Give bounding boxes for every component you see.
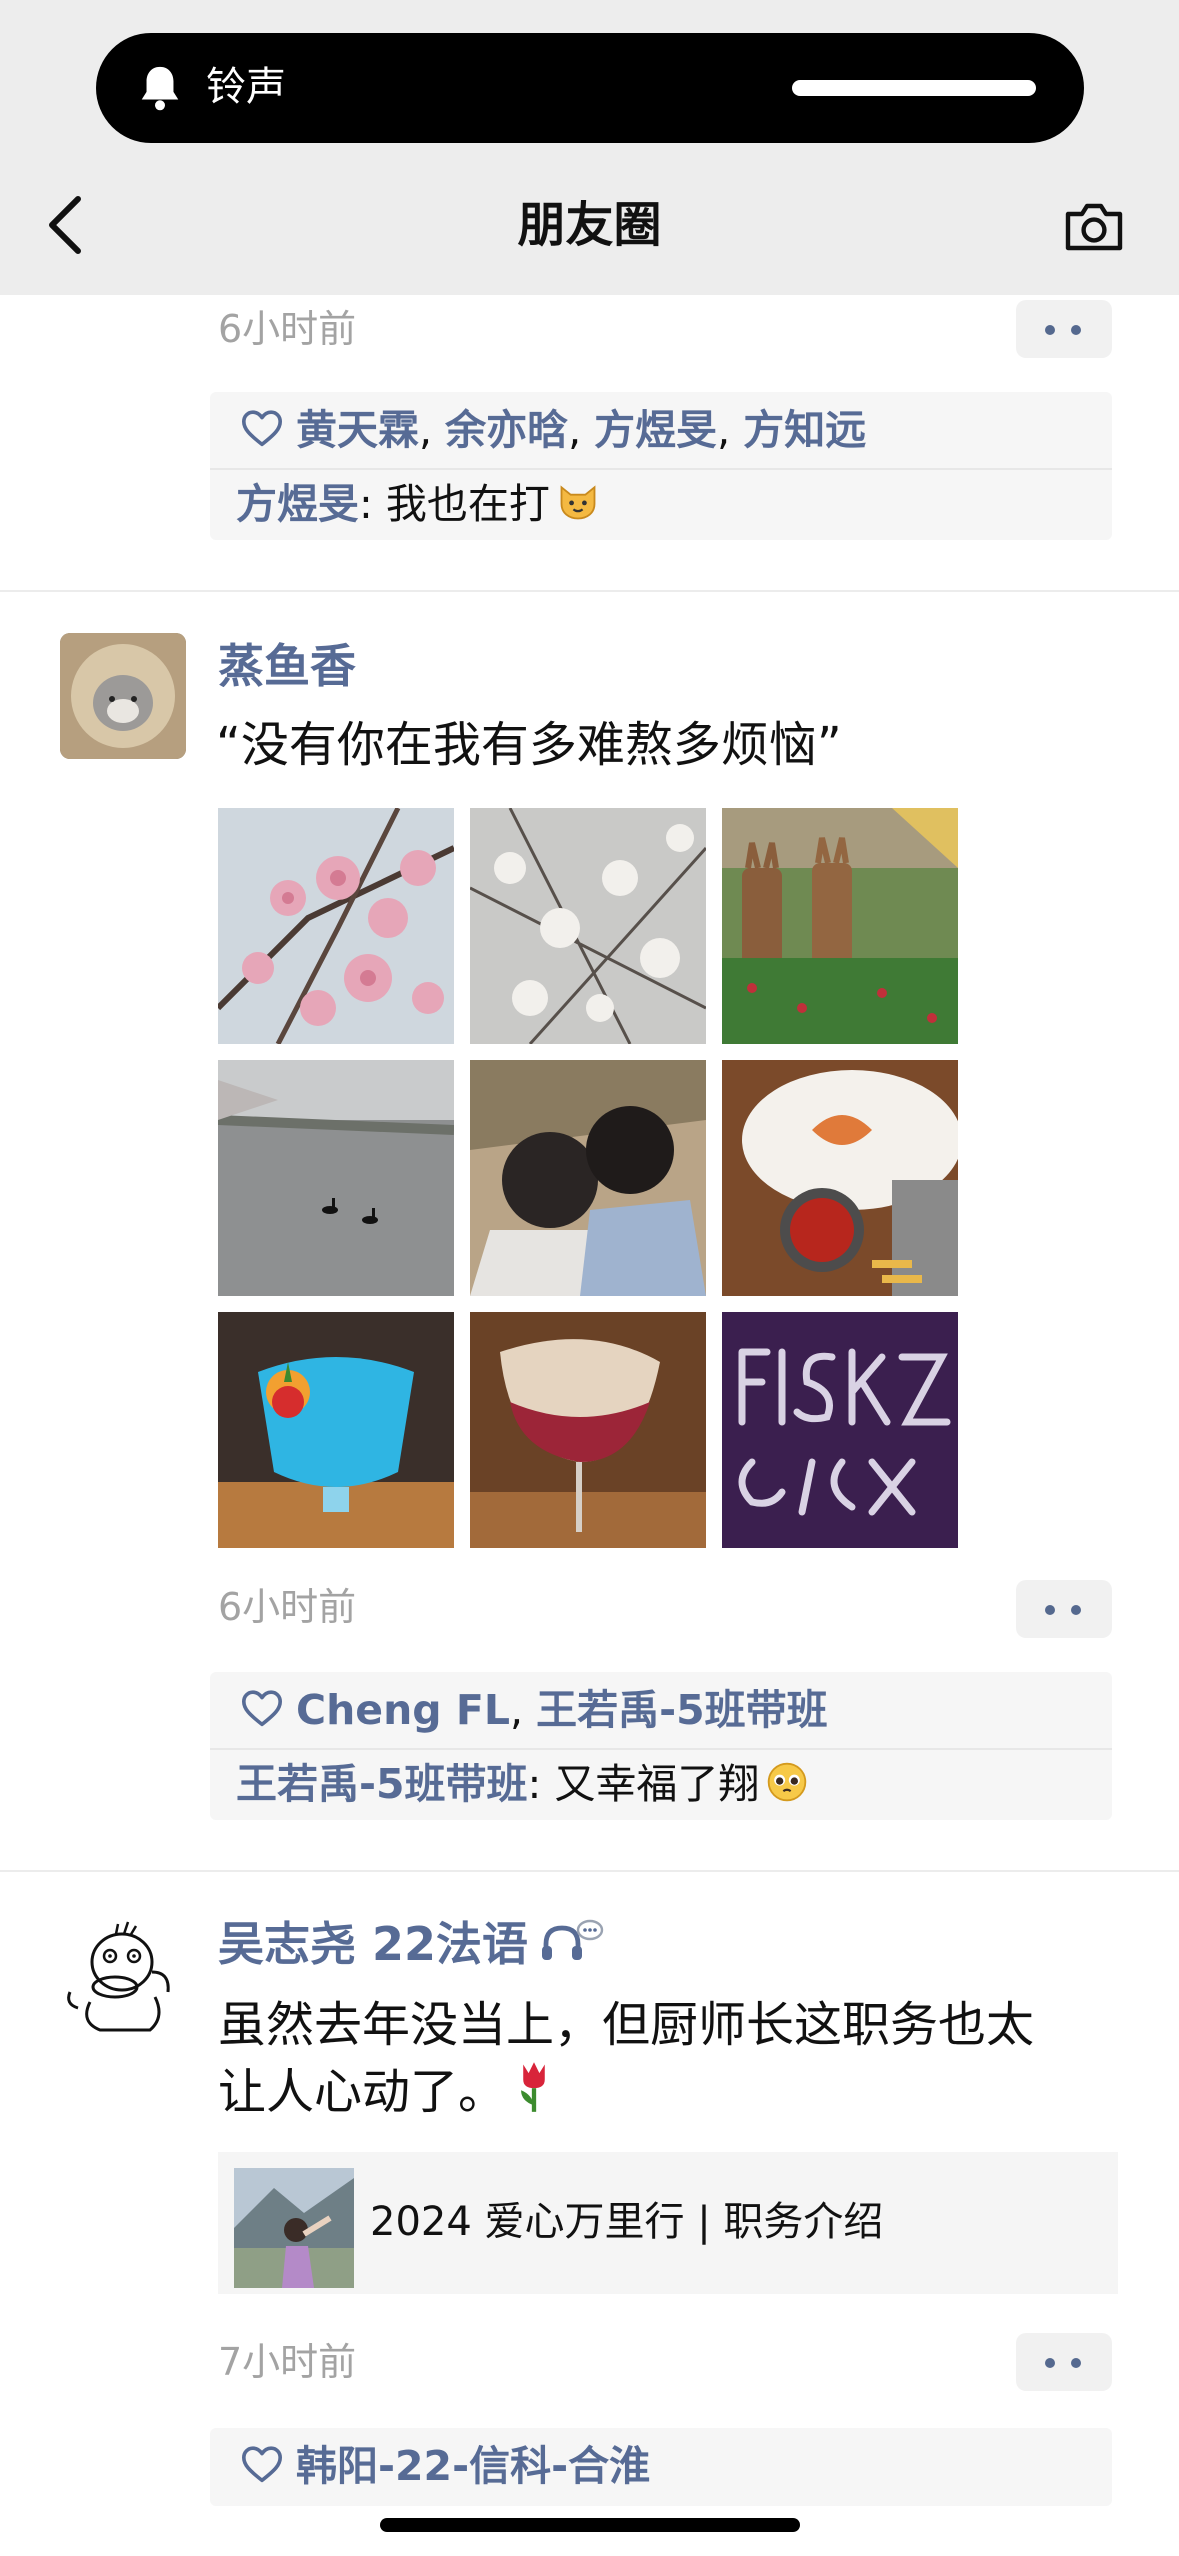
more-button[interactable] (1016, 2333, 1112, 2391)
post-author[interactable]: 吴志尧 22法语 (218, 1914, 604, 1974)
post-photo[interactable] (470, 1312, 706, 1548)
camera-icon[interactable] (1062, 200, 1126, 252)
cat-emoji-icon (560, 485, 596, 520)
avatar[interactable] (60, 633, 186, 759)
post-author[interactable]: 蒸鱼香 (218, 636, 356, 696)
post-divider (0, 1870, 1179, 1872)
comment-text: 又幸福了翔 (554, 1760, 760, 1808)
post-photo[interactable] (218, 1312, 454, 1548)
avatar-psyduck-icon (60, 1912, 186, 2038)
link-thumbnail (234, 2168, 354, 2288)
bell-icon (141, 66, 179, 111)
post-photo[interactable] (217, 1060, 455, 1296)
listening-status-icon[interactable] (538, 1918, 604, 1966)
comment[interactable]: 方煜旻: 我也在打 (236, 476, 600, 532)
link-card[interactable]: 2024 爱心万里行 | 职务介绍 (218, 2152, 1118, 2294)
notification-label: 铃声 (206, 64, 286, 110)
post-time: 6小时前 (218, 1585, 357, 1629)
link-title: 2024 爱心万里行 | 职务介绍 (370, 2199, 884, 2245)
liker-name[interactable]: 黄天霖 (296, 406, 419, 454)
pleading-face-emoji-icon (768, 1762, 807, 1802)
post-photo[interactable] (215, 806, 456, 1046)
liker-name[interactable]: 方知远 (743, 406, 866, 454)
liker-name[interactable]: Cheng FL (296, 1686, 510, 1734)
likes-comments-box: 黄天霖, 余亦晗, 方煜旻, 方知远 方煜旻: 我也在打 (210, 392, 1112, 540)
post-photo[interactable] (469, 807, 708, 1046)
tulip-emoji-icon (521, 2062, 545, 2112)
avatar-cat-icon (60, 633, 186, 759)
divider (210, 468, 1112, 470)
liker-name[interactable]: 韩阳-22-信科-合淮 (296, 2442, 650, 2490)
post-text-line-2-text: 让人心动了。 (218, 2064, 507, 2120)
post-photo[interactable] (722, 1060, 962, 1296)
post-time: 7小时前 (218, 2340, 357, 2384)
notification-bar (792, 80, 1036, 96)
liker-name[interactable]: 方煜旻 (594, 406, 717, 454)
likes-line: Cheng FL, 王若禹-5班带班 (240, 1682, 828, 1738)
comment-author[interactable]: 王若禹-5班带班 (236, 1760, 528, 1808)
post-text: “没有你在我有多难熬多烦恼” (216, 717, 842, 773)
heart-icon (242, 410, 282, 447)
comment-text: 我也在打 (385, 480, 550, 528)
post-time: 6小时前 (218, 307, 357, 351)
post-photo[interactable] (470, 1060, 706, 1296)
heart-icon (242, 1690, 282, 1727)
post-author-name[interactable]: 吴志尧 22法语 (218, 1917, 528, 1971)
post-text-line-2: 让人心动了。 (218, 2058, 556, 2123)
likes-line: 韩阳-22-信科-合淮 (240, 2438, 650, 2494)
liker-name[interactable]: 王若禹-5班带班 (536, 1686, 828, 1734)
comment-author[interactable]: 方煜旻 (236, 480, 359, 528)
divider (210, 1748, 1112, 1750)
likes-comments-box: Cheng FL, 王若禹-5班带班 王若禹-5班带班: 又幸福了翔 (210, 1672, 1112, 1820)
page-title: 朋友圈 (517, 197, 662, 253)
post-text-line-1: 虽然去年没当上，但厨师长这职务也太 (218, 1997, 1035, 2053)
likes-box: 韩阳-22-信科-合淮 (210, 2428, 1112, 2506)
post-photo[interactable] (722, 1312, 958, 1548)
post-photo[interactable] (722, 808, 958, 1044)
heart-icon (242, 2446, 282, 2483)
comment[interactable]: 王若禹-5班带班: 又幸福了翔 (236, 1756, 809, 1812)
likes-line: 黄天霖, 余亦晗, 方煜旻, 方知远 (240, 402, 866, 458)
liker-name[interactable]: 余亦晗 (445, 406, 568, 454)
avatar[interactable] (60, 1912, 186, 2038)
home-indicator[interactable] (380, 2518, 800, 2532)
more-button[interactable] (1016, 1580, 1112, 1638)
post-divider (0, 590, 1179, 592)
notification-pill[interactable]: 铃声 (96, 33, 1084, 143)
more-button[interactable] (1016, 300, 1112, 358)
